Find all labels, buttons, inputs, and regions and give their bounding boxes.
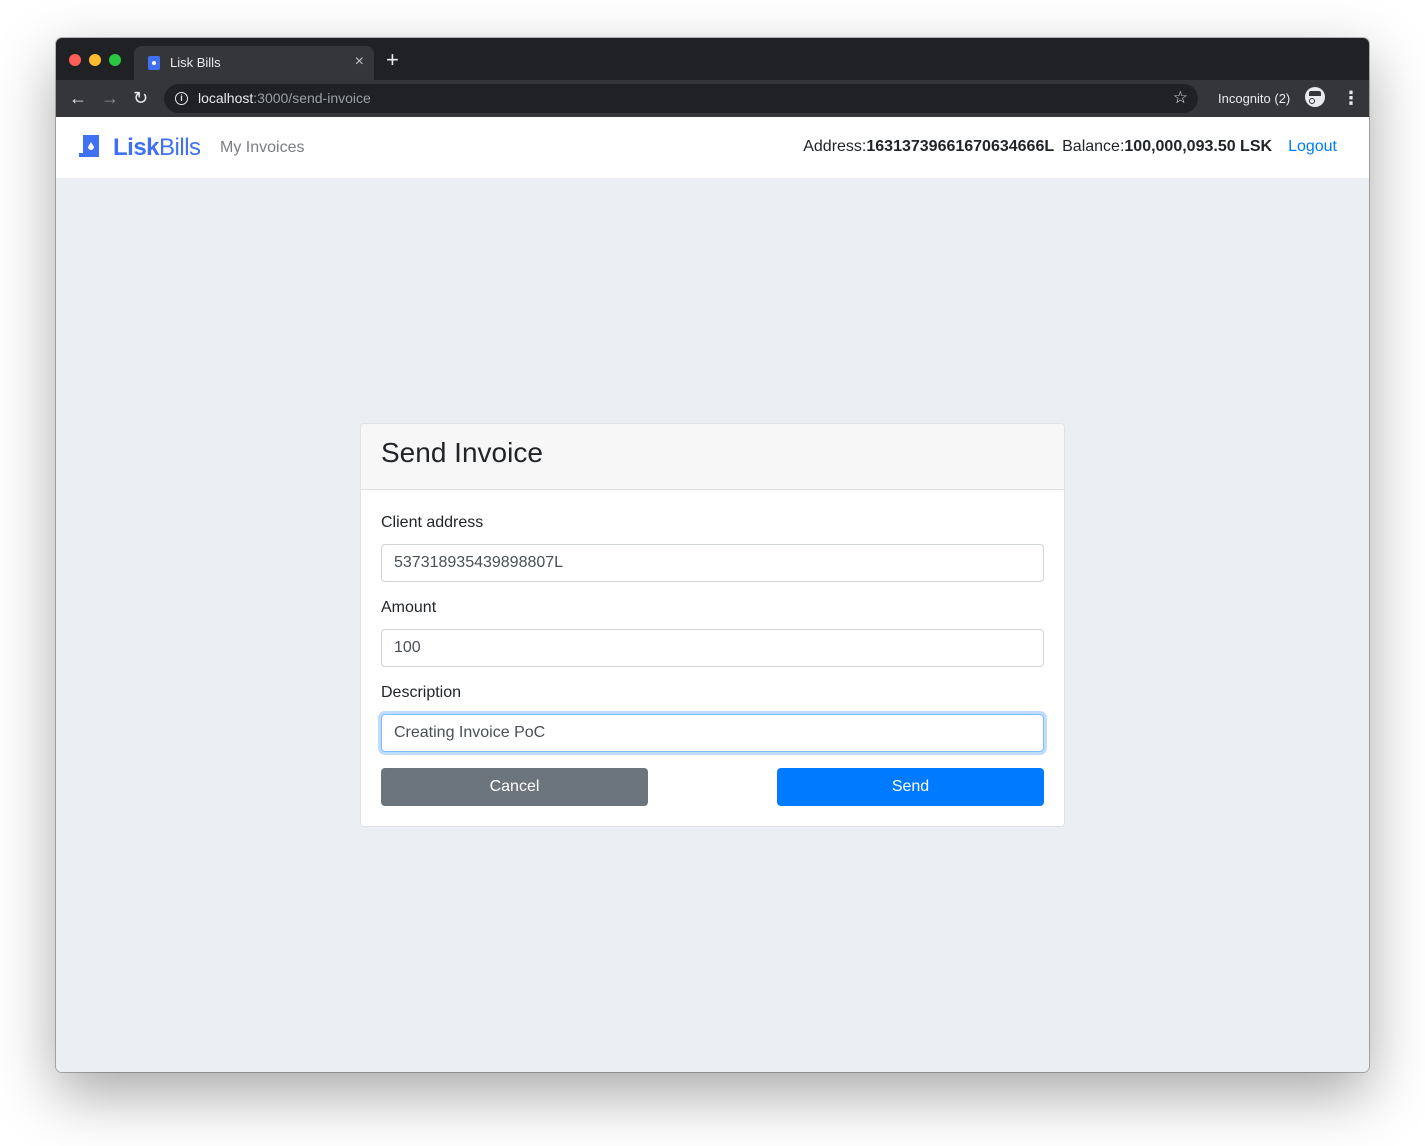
- incognito-label[interactable]: Incognito (2): [1218, 91, 1290, 106]
- url-text[interactable]: localhost:3000/send-invoice: [198, 90, 371, 106]
- browser-window: Lisk Bills × + ← → ↻ i localhost:3000/se…: [56, 38, 1369, 1072]
- page-content: LiskBills My Invoices Address: 163137396…: [56, 117, 1369, 1072]
- tab-close-icon[interactable]: ×: [355, 52, 364, 72]
- cancel-button[interactable]: Cancel: [381, 768, 648, 806]
- balance-value: 100,000,093.50 LSK: [1124, 138, 1273, 155]
- info-icon[interactable]: i: [175, 92, 188, 105]
- amount-group: Amount: [381, 599, 1044, 667]
- back-arrow-icon[interactable]: ←: [69, 88, 87, 108]
- description-group: Description: [381, 684, 1044, 752]
- amount-input[interactable]: [381, 629, 1044, 667]
- card-body: Client address Amount Description Cancel…: [361, 490, 1064, 826]
- send-invoice-card: Send Invoice Client address Amount Descr…: [360, 423, 1065, 827]
- favicon-icon: [148, 56, 160, 70]
- minimize-window-button[interactable]: [89, 54, 101, 66]
- maximize-window-button[interactable]: [109, 54, 121, 66]
- more-vert-icon[interactable]: ⋮: [1342, 88, 1360, 108]
- tab-strip: Lisk Bills × +: [56, 38, 1369, 80]
- nav-link-my-invoices[interactable]: My Invoices: [220, 139, 304, 157]
- send-button[interactable]: Send: [777, 768, 1044, 806]
- incognito-icon[interactable]: [1305, 87, 1325, 107]
- client-address-input[interactable]: [381, 544, 1044, 582]
- close-window-button[interactable]: [69, 54, 81, 66]
- amount-label: Amount: [381, 599, 437, 616]
- button-row: Cancel Send: [381, 768, 1044, 806]
- client-address-label: Client address: [381, 514, 484, 531]
- star-icon[interactable]: ☆: [1173, 88, 1188, 108]
- description-label: Description: [381, 684, 462, 701]
- brand-logo[interactable]: LiskBills: [113, 134, 201, 162]
- lisk-logo-icon[interactable]: [79, 133, 103, 161]
- balance-label: Balance:: [1062, 138, 1125, 155]
- browser-toolbar: ← → ↻ i localhost:3000/send-invoice ☆ In…: [56, 80, 1369, 117]
- account-info: Address: 16313739661670634666L Balance: …: [803, 138, 1337, 156]
- client-address-group: Client address: [381, 514, 1044, 582]
- page-title: Send Invoice: [381, 437, 543, 468]
- app-navbar: LiskBills My Invoices Address: 163137396…: [56, 117, 1369, 178]
- address-label: Address:: [803, 138, 867, 155]
- logout-link[interactable]: Logout: [1288, 138, 1337, 156]
- card-header: Send Invoice: [361, 424, 1064, 490]
- address-bar[interactable]: i localhost:3000/send-invoice ☆: [164, 84, 1198, 113]
- reload-icon[interactable]: ↻: [133, 88, 148, 108]
- address-value: 16313739661670634666L: [866, 138, 1055, 155]
- tab-title: Lisk Bills: [170, 55, 221, 70]
- browser-tab[interactable]: Lisk Bills ×: [134, 46, 374, 80]
- new-tab-button[interactable]: +: [386, 49, 399, 71]
- forward-arrow-icon[interactable]: →: [101, 88, 119, 108]
- description-input[interactable]: [381, 714, 1044, 752]
